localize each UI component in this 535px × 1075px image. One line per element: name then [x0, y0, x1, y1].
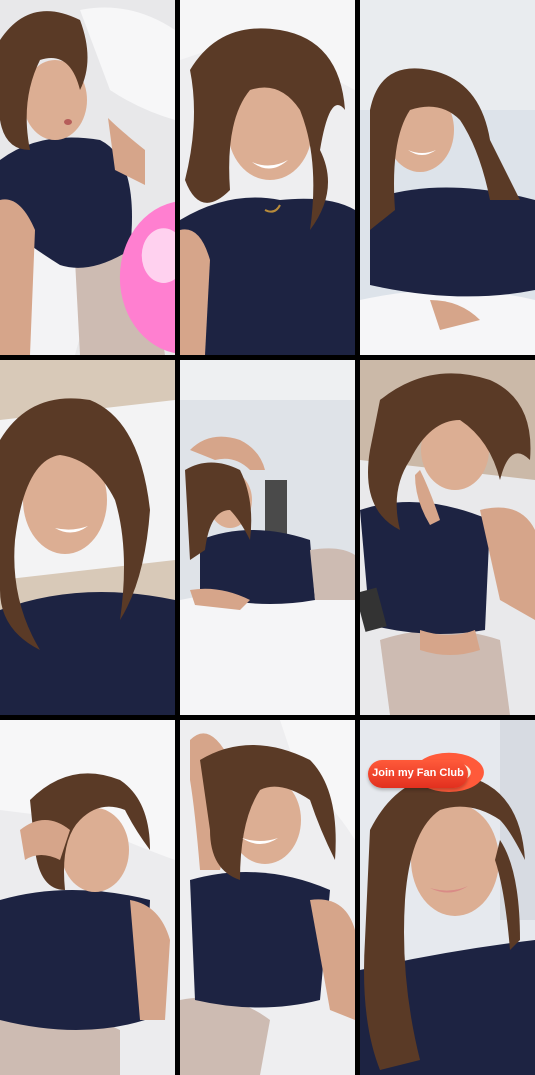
- fan-club-pill[interactable]: Join my Fan Club: [368, 760, 468, 788]
- video-frame-5: [180, 360, 355, 715]
- video-tile-8[interactable]: [180, 720, 355, 1075]
- video-tile-6[interactable]: [360, 360, 535, 715]
- video-frame-6: [360, 360, 535, 715]
- fan-club-label: Join my Fan Club: [372, 767, 464, 779]
- video-tile-2[interactable]: [180, 0, 355, 355]
- video-tile-9[interactable]: Join my Fan Club: [360, 720, 535, 1075]
- video-tile-1[interactable]: [0, 0, 175, 355]
- heart-sticker-icon: [119, 201, 175, 354]
- video-frame-4: [0, 360, 175, 715]
- video-frame-3: [360, 0, 535, 355]
- video-grid: Join my Fan Club: [0, 0, 535, 1075]
- video-tile-5[interactable]: [180, 360, 355, 715]
- fan-club-badge[interactable]: Join my Fan Club: [366, 744, 484, 792]
- video-tile-3[interactable]: [360, 0, 535, 355]
- video-frame-8: [180, 720, 355, 1075]
- video-tile-4[interactable]: [0, 360, 175, 715]
- video-frame-7: [0, 720, 175, 1075]
- video-frame-2: [180, 0, 355, 355]
- video-tile-7[interactable]: [0, 720, 175, 1075]
